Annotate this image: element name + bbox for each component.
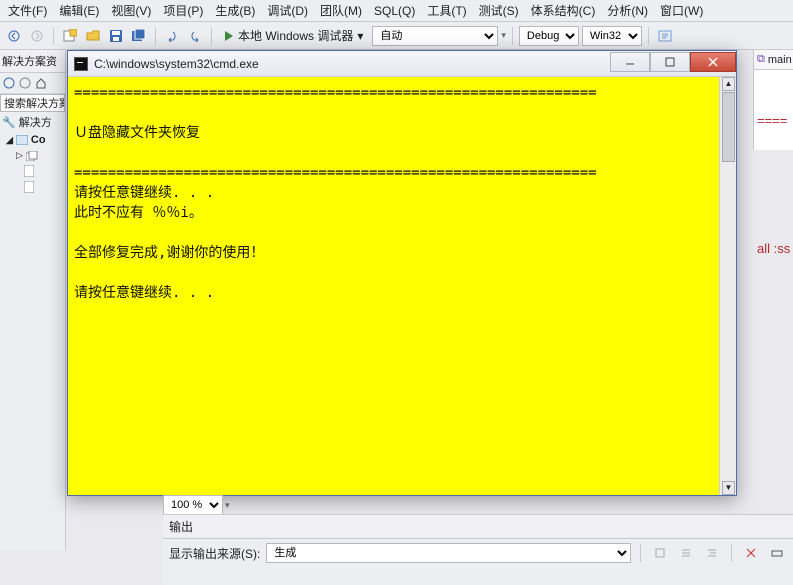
menu-file[interactable]: 文件(F) (2, 0, 53, 21)
config-auto-select[interactable]: 自动 (372, 26, 498, 46)
cmd-window: C:\windows\system32\cmd.exe ============… (67, 50, 737, 496)
file-icon (24, 165, 34, 177)
file-icon (24, 181, 34, 193)
config-platform-select[interactable]: Win32 (582, 26, 642, 46)
chevron-down-icon: ▾ (225, 500, 230, 511)
house-icon[interactable] (34, 76, 48, 90)
separator (512, 27, 513, 45)
save-all-button[interactable] (129, 26, 149, 46)
separator (640, 544, 641, 562)
start-debug-label: 本地 Windows 调试器 (238, 27, 353, 44)
save-button[interactable] (106, 26, 126, 46)
clear-all-button[interactable] (741, 543, 761, 563)
separator (211, 27, 212, 45)
out-btn-1[interactable] (650, 543, 670, 563)
menu-tools[interactable]: 工具(T) (421, 0, 472, 21)
menu-team[interactable]: 团队(M) (314, 0, 368, 21)
code-line: ==== (754, 110, 793, 128)
nav-fwd-button[interactable] (27, 26, 47, 46)
tree-item[interactable] (0, 163, 65, 179)
cmd-icon (74, 57, 88, 71)
output-source-label: 显示输出来源(S): (169, 545, 260, 562)
explorer-toolbar (0, 73, 65, 94)
close-button[interactable] (690, 52, 736, 72)
output-title: 输出 (163, 515, 793, 539)
project-icon (16, 135, 28, 145)
zoom-row: 100 % ▾ (163, 496, 230, 514)
wrench-icon: 🔧 (2, 116, 16, 129)
collapse-icon: ◢ (6, 135, 13, 146)
new-project-button[interactable] (60, 26, 80, 46)
cmd-title-text: C:\windows\system32\cmd.exe (94, 57, 610, 71)
editor-pane: ⧉ main ==== all :ss \ (753, 50, 793, 150)
home-icon[interactable] (2, 76, 16, 90)
editor-tab[interactable]: ⧉ main (754, 50, 793, 70)
tree-item[interactable]: ▷ (0, 148, 65, 163)
expand-icon: ▷ (16, 150, 23, 161)
menu-window[interactable]: 窗口(W) (654, 0, 709, 21)
solution-explorer: 解决方案资 搜索解决方案 🔧 解决方 ◢ Co ▷ (0, 50, 66, 550)
menu-test[interactable]: 测试(S) (473, 0, 525, 21)
output-source-select[interactable]: 生成 (266, 543, 631, 563)
editor-tab-label: main (768, 54, 792, 66)
out-btn-3[interactable] (702, 543, 722, 563)
nav-back-button[interactable] (4, 26, 24, 46)
cmd-body: ========================================… (68, 77, 736, 495)
play-icon (224, 31, 234, 41)
scroll-thumb[interactable] (722, 92, 735, 162)
menu-arch[interactable]: 体系结构(C) (525, 0, 602, 21)
start-debug-button[interactable]: 本地 Windows 调试器 ▾ (218, 26, 369, 46)
menu-view[interactable]: 视图(V) (105, 0, 157, 21)
separator (53, 27, 54, 45)
redo-button[interactable] (185, 26, 205, 46)
menu-project[interactable]: 项目(P) (157, 0, 209, 21)
undo-button[interactable] (162, 26, 182, 46)
cmd-output: ========================================… (68, 77, 719, 495)
config-mode-select[interactable]: Debug (519, 26, 579, 46)
cpp-icon: ⧉ (757, 53, 765, 66)
scroll-up-icon[interactable]: ▲ (722, 77, 735, 91)
output-toolbar: 显示输出来源(S): 生成 (163, 539, 793, 567)
chevron-down-icon: ▾ (501, 30, 506, 41)
menu-sql[interactable]: SQL(Q) (368, 2, 421, 20)
toggle-wrap-button[interactable] (767, 543, 787, 563)
menu-edit[interactable]: 编辑(E) (53, 0, 105, 21)
code-line: all :ss \ (754, 238, 793, 256)
separator (155, 27, 156, 45)
chevron-down-icon: ▾ (357, 29, 363, 43)
output-panel: 输出 显示输出来源(S): 生成 (163, 514, 793, 585)
zoom-select[interactable]: 100 % (163, 495, 223, 515)
search-solution-input[interactable]: 搜索解决方案 (0, 94, 65, 112)
menu-bar: 文件(F) 编辑(E) 视图(V) 项目(P) 生成(B) 调试(D) 团队(M… (0, 0, 793, 22)
menu-build[interactable]: 生成(B) (209, 0, 261, 21)
tree-root-label: 解决方 (19, 114, 52, 130)
tree-project[interactable]: ◢ Co (0, 132, 65, 148)
references-icon (26, 151, 38, 161)
toolbar: 本地 Windows 调试器 ▾ 自动 ▾ Debug Win32 (0, 22, 793, 50)
cmd-titlebar[interactable]: C:\windows\system32\cmd.exe (68, 51, 736, 77)
minimize-button[interactable] (610, 52, 650, 72)
menu-analyze[interactable]: 分析(N) (601, 0, 654, 21)
maximize-button[interactable] (650, 52, 690, 72)
tree-item[interactable] (0, 179, 65, 195)
extensions-button[interactable] (655, 26, 675, 46)
refresh-icon[interactable] (18, 76, 32, 90)
separator (648, 27, 649, 45)
menu-debug[interactable]: 调试(D) (261, 0, 314, 21)
scroll-down-icon[interactable]: ▼ (722, 481, 735, 495)
project-label: Co (31, 134, 46, 146)
pane-title: 解决方案资 (0, 50, 65, 73)
out-btn-2[interactable] (676, 543, 696, 563)
tree-root[interactable]: 🔧 解决方 (0, 112, 65, 132)
cmd-scrollbar[interactable]: ▲ ▼ (719, 77, 736, 495)
separator (731, 544, 732, 562)
open-button[interactable] (83, 26, 103, 46)
